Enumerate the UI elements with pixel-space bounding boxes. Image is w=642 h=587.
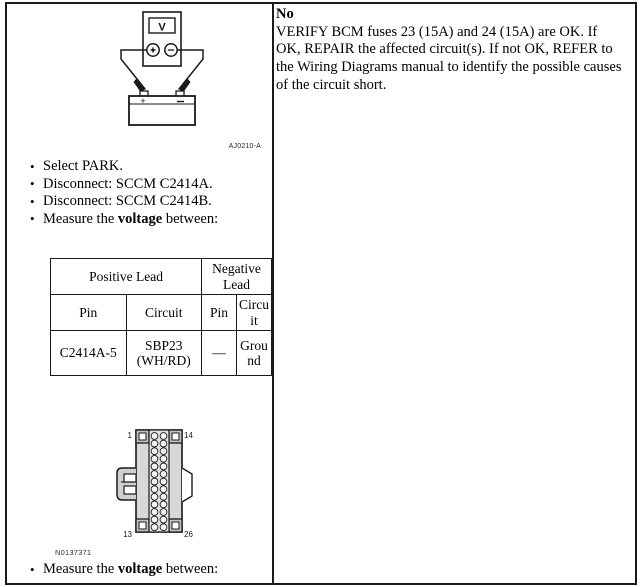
svg-text:+: + <box>140 96 145 106</box>
cell-negative-circuit: Ground <box>236 330 272 376</box>
list-item: Select PARK. <box>30 158 218 176</box>
list-item: Measure the voltage between: <box>30 210 219 229</box>
step-text-emphasis: voltage <box>117 561 163 577</box>
column-header-negative-pin: Pin <box>201 294 238 331</box>
column-header-positive-pin: Pin <box>50 294 127 331</box>
right-column: No VERIFY BCM fuses 23 (15A) and 24 (15A… <box>276 6 633 581</box>
step-text: Select PARK. <box>43 158 124 174</box>
step-text-suffix: between: <box>162 210 219 227</box>
pin-label-bottom-right: 26 <box>184 530 193 539</box>
svg-text:V: V <box>158 22 166 34</box>
column-divider <box>272 2 274 585</box>
pin-label-top-right: 14 <box>184 431 193 440</box>
step-text: Disconnect: SCCM C2414A. <box>43 175 213 192</box>
connector-pinout-diagram: 1 14 13 26 <box>116 429 193 539</box>
answer-label: No <box>276 6 294 22</box>
column-header-positive-circuit: Circuit <box>125 294 203 331</box>
column-header-negative-circuit: Circuit <box>236 294 272 331</box>
connector-figure: 1 14 13 26 N0137371 <box>7 422 272 557</box>
pin-label-top-left: 1 <box>128 431 133 440</box>
list-item: Disconnect: SCCM C2414B. <box>30 193 218 211</box>
procedure-steps-top: Select PARK. Disconnect: SCCM C2414A. Di… <box>7 158 218 228</box>
left-column: V + AJ0210-A • Select PARK. • Disconnect… <box>7 4 272 583</box>
list-item: Measure the voltage between: <box>30 561 219 579</box>
voltmeter-battery-diagram: V + <box>120 11 204 126</box>
list-item: Disconnect: SCCM C2414A. <box>30 175 218 194</box>
column-header-negative-lead: Negative Lead <box>201 258 272 295</box>
step-text-emphasis: voltage <box>117 210 163 227</box>
service-manual-page: V + AJ0210-A • Select PARK. • Disconnect… <box>0 0 642 587</box>
voltmeter-figure: V + AJ0210-A <box>7 4 272 154</box>
pin-label-bottom-left: 13 <box>123 530 132 539</box>
procedure-steps-bottom: Measure the voltage between: <box>7 561 218 579</box>
cell-positive-pin: C2414A-5 <box>50 330 127 376</box>
voltmeter-figure-id: AJ0210-A <box>228 143 261 150</box>
step-text-prefix: Measure the <box>43 210 118 227</box>
table-header-group-row: Positive Lead Negative Lead <box>49 258 272 295</box>
cell-negative-pin: — <box>201 330 238 376</box>
table-header-sub-row: Pin Circuit Pin Circuit <box>50 294 272 331</box>
cell-positive-circuit: SBP23 (WH/RD) <box>125 330 203 376</box>
measurement-table: Positive Lead Negative Lead Pin Circuit … <box>49 258 272 376</box>
column-header-positive-lead: Positive Lead <box>49 258 203 295</box>
table-row: C2414A-5 SBP23 (WH/RD) — Ground <box>50 330 272 376</box>
answer-instruction-text: VERIFY BCM fuses 23 (15A) and 24 (15A) a… <box>276 23 622 93</box>
step-text-suffix: between: <box>162 561 219 577</box>
step-text: Disconnect: SCCM C2414B. <box>43 193 212 210</box>
connector-part-id: N0137371 <box>55 548 92 557</box>
step-text-prefix: Measure the <box>43 561 118 577</box>
